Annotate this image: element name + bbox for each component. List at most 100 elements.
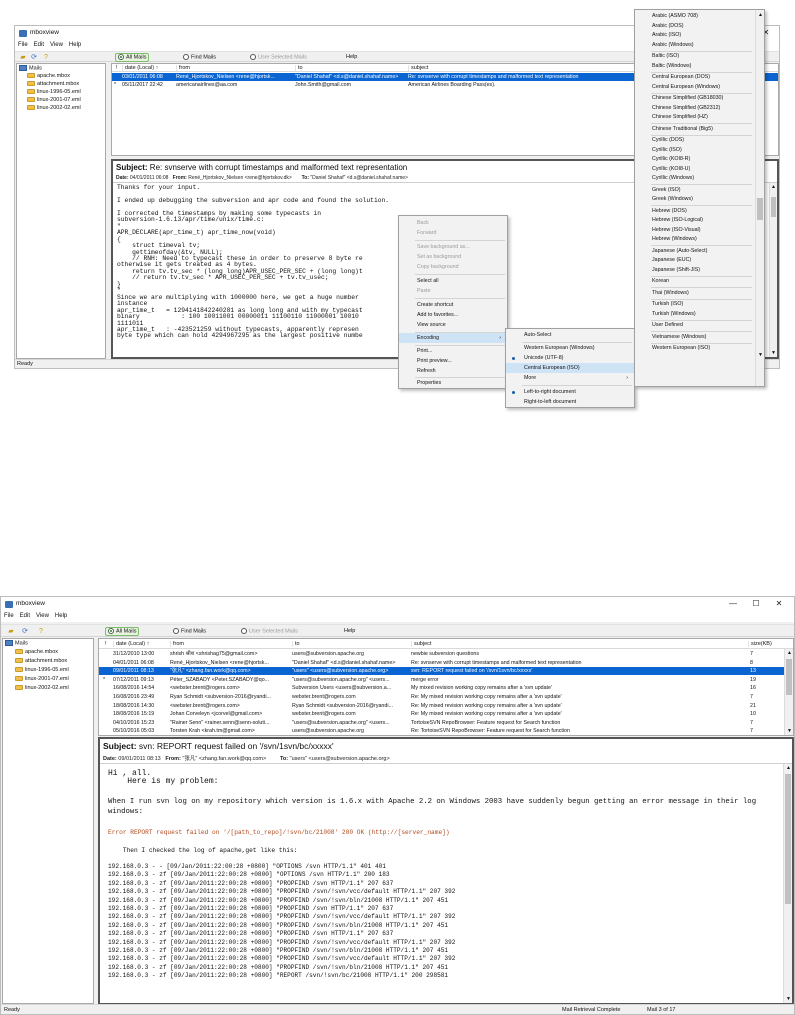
find-mails-radio[interactable]: Find Mails — [173, 628, 206, 635]
table-row[interactable]: * 07/12/2011 09:13 Péter_SZABADY <Peter.SZ… — [99, 676, 784, 684]
menu-item-ltr[interactable]: Left-to-right document — [506, 387, 634, 397]
encoding-option[interactable]: Hebrew (Windows) — [635, 235, 754, 245]
preview-scrollbar[interactable]: ▲ ▼ — [769, 183, 777, 357]
more-scrollbar[interactable]: ▲ ▼ — [755, 10, 764, 386]
encoding-option[interactable]: Cyrillic (ISO) — [635, 146, 754, 156]
col-to[interactable]: to — [295, 65, 303, 71]
encoding-option[interactable]: Baltic (Windows) — [635, 62, 754, 72]
encoding-option[interactable]: Western European (ISO) — [635, 344, 754, 354]
encoding-option[interactable]: Turkish (ISO) — [635, 300, 754, 310]
tree-item[interactable]: linux-1996-05.eml — [15, 667, 69, 674]
scroll-down-icon[interactable]: ▼ — [786, 996, 791, 1002]
encoding-option[interactable]: Central European (Windows) — [635, 83, 754, 93]
menu-item-view-source[interactable]: View source — [399, 320, 507, 330]
tree-item[interactable]: linux-2001-07.eml — [27, 97, 81, 104]
encoding-option[interactable]: Cyrillic (Windows) — [635, 174, 754, 184]
encoding-option[interactable]: Arabic (Windows) — [635, 41, 754, 51]
maximize-button[interactable]: ☐ — [745, 598, 767, 610]
open-icon[interactable]: ▰ — [7, 628, 15, 635]
table-row[interactable]: 31/12/2010 13:00 shrish श्रीश <shrishag75… — [99, 650, 784, 658]
menu-edit[interactable]: Edit — [31, 41, 47, 49]
scroll-down-icon[interactable]: ▼ — [787, 728, 792, 734]
menu-item-western-european[interactable]: Western European (Windows) — [506, 343, 634, 353]
col-flag[interactable]: ! — [114, 65, 118, 71]
tree-item[interactable]: attachment.mbox — [27, 81, 79, 88]
tree-item[interactable]: apache.mbox — [15, 649, 58, 656]
close-button[interactable]: ✕ — [768, 598, 790, 610]
menu-item-auto-select[interactable]: Auto-Select — [506, 330, 634, 340]
table-row[interactable]: 04/10/2016 15:23 "Rainer Senn" <rainer.se… — [99, 719, 784, 727]
encoding-option[interactable]: Hebrew (DOS) — [635, 207, 754, 217]
col-subject[interactable]: subject — [411, 641, 431, 647]
encoding-option[interactable]: User Defined — [635, 321, 754, 331]
user-selected-radio[interactable]: User Selected Mails — [250, 54, 307, 61]
menu-edit[interactable]: Edit — [17, 612, 33, 620]
tree-root[interactable]: Mails — [19, 65, 42, 72]
user-selected-radio[interactable]: User Selected Mails — [241, 628, 298, 635]
encoding-option[interactable]: Japanese (EUC) — [635, 256, 754, 266]
menu-view[interactable]: View — [33, 612, 52, 620]
menu-item-more[interactable]: More › — [506, 373, 634, 383]
tree-item[interactable]: apache.mbox — [27, 73, 70, 80]
encoding-option[interactable]: Central European (DOS) — [635, 73, 754, 83]
col-from[interactable]: from — [176, 65, 190, 71]
encoding-option[interactable]: Vietnamese (Windows) — [635, 333, 754, 343]
menu-item-properties[interactable]: Properties — [399, 378, 507, 388]
tree-item[interactable]: linux-2002-02.eml — [15, 685, 69, 692]
help-button[interactable]: Help — [344, 628, 355, 635]
scroll-down-icon[interactable]: ▼ — [758, 352, 763, 358]
encoding-option[interactable]: Arabic (DOS) — [635, 22, 754, 32]
encoding-option[interactable]: Cyrillic (DOS) — [635, 136, 754, 146]
scroll-up-icon[interactable]: ▲ — [758, 12, 763, 18]
table-row[interactable]: 05/10/2016 05:03 Torsten Krah <krah.tm@gm… — [99, 727, 784, 735]
help-icon[interactable]: ? — [37, 628, 45, 635]
refresh-icon[interactable]: ⟳ — [30, 54, 38, 61]
col-flag[interactable]: ! — [103, 641, 107, 647]
menu-item-print[interactable]: Print... — [399, 346, 507, 356]
table-row[interactable]: 09/01/2011 08:13 "张凡" <zhang.fan.work@qq.… — [99, 667, 784, 676]
col-to[interactable]: to — [292, 641, 300, 647]
encoding-option[interactable]: Hebrew (ISO-Visual) — [635, 226, 754, 236]
encoding-option[interactable]: Hebrew (ISO-Logical) — [635, 216, 754, 226]
encoding-option[interactable]: Turkish (Windows) — [635, 310, 754, 320]
list-scrollbar[interactable]: ▲ ▼ — [784, 649, 793, 735]
menu-item-back[interactable]: Back — [399, 218, 507, 228]
menu-item-copy-background[interactable]: Copy background — [399, 262, 507, 272]
minimize-button[interactable]: — — [722, 598, 744, 610]
encoding-option[interactable]: Japanese (Auto-Select) — [635, 247, 754, 257]
tree-item[interactable]: linux-1996-05.eml — [27, 89, 81, 96]
refresh-icon[interactable]: ⟳ — [21, 628, 29, 635]
tree-item[interactable]: linux-2002-02.eml — [27, 105, 81, 112]
encoding-option[interactable]: Japanese (Shift-JIS) — [635, 266, 754, 276]
tree-item[interactable]: linux-2001-07.eml — [15, 676, 69, 683]
menu-item-refresh[interactable]: Refresh — [399, 366, 507, 376]
menu-help[interactable]: Help — [66, 41, 84, 49]
encoding-option[interactable]: Arabic (ASMO 708) — [635, 12, 754, 22]
tree-item[interactable]: attachment.mbox — [15, 658, 67, 665]
table-row[interactable]: 16/08/2016 23:49 Ryan Schmidt <subversion… — [99, 693, 784, 701]
menu-view[interactable]: View — [47, 41, 66, 49]
encoding-option[interactable]: Baltic (ISO) — [635, 52, 754, 62]
scroll-up-icon[interactable]: ▲ — [786, 765, 791, 771]
menu-item-print-preview[interactable]: Print preview... — [399, 356, 507, 366]
all-mails-radio[interactable]: All Mails — [115, 53, 150, 63]
table-row[interactable]: 18/08/2016 15:19 Johan Corveleyn <jcorvel… — [99, 710, 784, 718]
col-date[interactable]: date (Local) ↑ — [113, 641, 149, 647]
table-row[interactable]: 04/01/2011 06:08 René_Hjortskov_Nielsen <… — [99, 659, 784, 667]
table-row[interactable]: 18/08/2016 14:30 <webster.brent@rogers.co… — [99, 702, 784, 710]
encoding-option[interactable]: Korean — [635, 277, 754, 287]
encoding-option[interactable]: Cyrillic (KOI8-R) — [635, 155, 754, 165]
scroll-up-icon[interactable]: ▲ — [771, 184, 776, 190]
encoding-option[interactable]: Greek (ISO) — [635, 186, 754, 196]
menu-item-add-favorites[interactable]: Add to favorites... — [399, 310, 507, 320]
help-icon[interactable]: ? — [42, 54, 50, 61]
menu-item-rtl[interactable]: Right-to-left document — [506, 397, 634, 407]
encoding-option[interactable]: Chinese Traditional (Big5) — [635, 125, 754, 135]
encoding-option[interactable]: Greek (Windows) — [635, 195, 754, 205]
encoding-option[interactable]: Cyrillic (KOI8-U) — [635, 165, 754, 175]
menu-item-central-european[interactable]: Central European (ISO) — [506, 363, 634, 373]
menu-item-set-background[interactable]: Set as background — [399, 252, 507, 262]
encoding-option[interactable]: Chinese Simplified (GB18030) — [635, 94, 754, 104]
help-button[interactable]: Help — [346, 54, 357, 61]
encoding-option[interactable]: Chinese Simplified (HZ) — [635, 113, 754, 123]
